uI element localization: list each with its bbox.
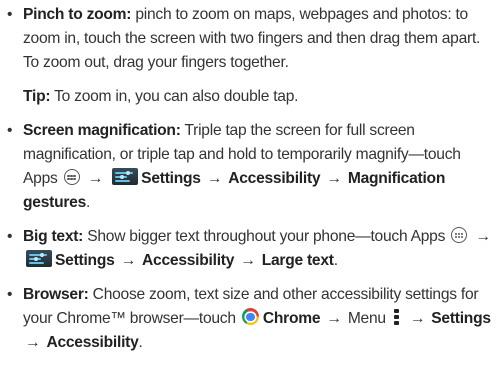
bullet: • <box>7 6 13 23</box>
settings-icon <box>26 250 52 268</box>
chrome-label: Chrome <box>262 310 321 327</box>
list-item-pinch-to-zoom: • Pinch to zoom: pinch to zoom on maps, … <box>7 3 495 75</box>
settings-icon <box>112 168 139 186</box>
item-title: Screen magnification: <box>23 122 181 139</box>
tip-body: To zoom in, you can also double tap. <box>50 88 299 105</box>
arrow-icon: → <box>120 252 137 269</box>
arrow-icon: → <box>25 334 41 351</box>
menu-label: Menu <box>347 310 386 327</box>
settings-label: Settings <box>55 252 115 269</box>
apps-icon <box>63 168 80 185</box>
settings-label: Settings <box>141 170 201 187</box>
item-title: Browser: <box>23 286 89 303</box>
list-item-big-text: • Big text: Show bigger text throughout … <box>7 225 495 273</box>
accessibility-label: Accessibility <box>46 334 139 351</box>
item-title: Pinch to zoom: <box>23 6 132 23</box>
large-text-label: Large text <box>261 252 334 269</box>
tip-paragraph: Tip: To zoom in, you can also double tap… <box>7 85 495 109</box>
item-body: Show bigger text throughout your phone—t… <box>83 228 446 245</box>
apps-icon <box>451 226 468 243</box>
item-title: Big text: <box>23 228 84 245</box>
bullet: • <box>7 286 13 303</box>
menu-icon <box>393 308 400 326</box>
period: . <box>333 252 338 269</box>
list-item-screen-magnification: • Screen magnification: Triple tap the s… <box>7 119 495 215</box>
period: . <box>86 194 91 211</box>
arrow-icon: → <box>206 170 223 187</box>
arrow-icon: → <box>87 170 104 187</box>
arrow-icon: → <box>326 170 342 187</box>
accessibility-label: Accessibility <box>228 170 321 187</box>
chrome-icon <box>241 308 259 326</box>
arrow-icon: → <box>326 310 342 327</box>
arrow-icon: → <box>475 228 491 245</box>
bullet: • <box>7 228 13 245</box>
arrow-icon: → <box>409 310 426 327</box>
tip-title: Tip: <box>23 88 51 105</box>
accessibility-label: Accessibility <box>142 252 235 269</box>
list-item-browser: • Browser: Choose zoom, text size and ot… <box>7 283 495 355</box>
page: • Pinch to zoom: pinch to zoom on maps, … <box>0 0 501 368</box>
period: . <box>138 334 143 351</box>
bullet: • <box>7 122 13 139</box>
arrow-icon: → <box>240 252 256 269</box>
settings-label: Settings <box>431 310 491 327</box>
